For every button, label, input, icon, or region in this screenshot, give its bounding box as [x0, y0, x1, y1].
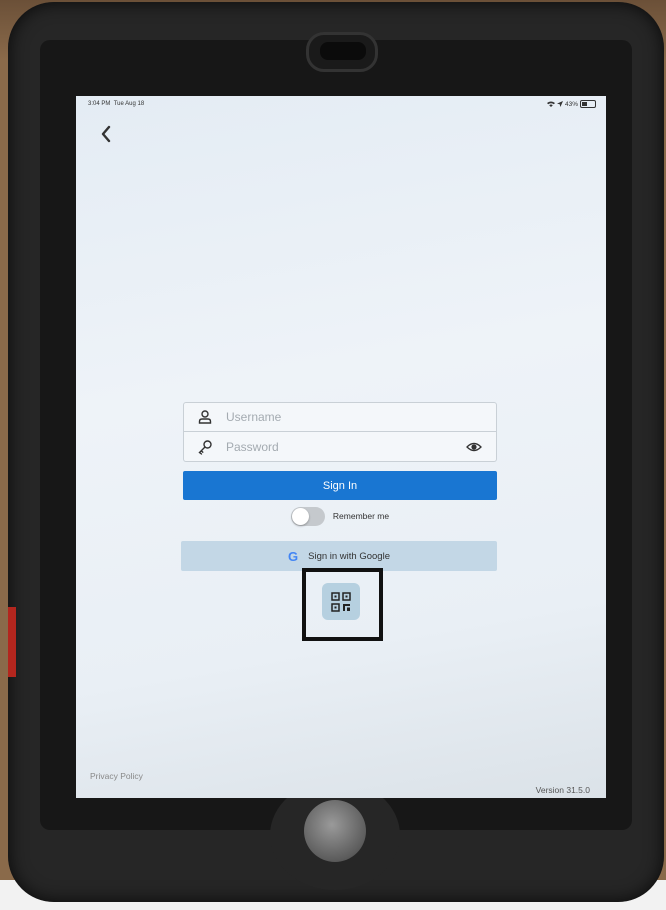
app-screen: 3:04 PM Tue Aug 18 43% Username Sign In … — [76, 96, 606, 798]
google-sign-in-label: Sign in with Google — [308, 550, 390, 562]
remember-me-row: Remember me — [183, 506, 497, 526]
username-field[interactable] — [183, 402, 497, 432]
qr-code-icon — [331, 591, 351, 612]
username-input[interactable] — [226, 410, 426, 424]
status-indicators: 43% — [546, 100, 596, 108]
password-input[interactable] — [226, 439, 426, 454]
key-icon — [198, 439, 212, 455]
home-button[interactable] — [304, 800, 366, 862]
toggle-knob — [291, 507, 309, 525]
qr-scan-button[interactable] — [322, 583, 360, 620]
login-form: Sign In Remember me G Sign in with Googl… — [181, 402, 497, 571]
sign-in-button[interactable]: Sign In — [183, 471, 497, 500]
privacy-policy-link[interactable]: Privacy Policy — [90, 771, 143, 781]
battery-level — [582, 102, 587, 106]
battery-icon — [580, 100, 596, 108]
remember-me-label: Remember me — [332, 511, 390, 521]
google-sign-in-button[interactable]: G Sign in with Google — [181, 541, 497, 571]
user-icon — [198, 410, 212, 424]
eye-icon[interactable] — [466, 440, 482, 454]
qr-highlight-frame — [302, 568, 383, 641]
case-side-accent — [8, 607, 16, 677]
camera-cutout — [320, 42, 366, 60]
wifi-icon — [546, 101, 555, 107]
back-chevron-icon[interactable] — [98, 124, 114, 144]
battery-percent: 43% — [564, 100, 578, 108]
version-label: Version 31.5.0 — [535, 785, 590, 795]
password-field[interactable] — [183, 432, 497, 462]
remember-me-toggle[interactable] — [290, 506, 325, 526]
status-time: 3:04 PM Tue Aug 18 — [88, 101, 145, 107]
google-icon: G — [288, 548, 299, 564]
location-icon — [556, 101, 563, 107]
